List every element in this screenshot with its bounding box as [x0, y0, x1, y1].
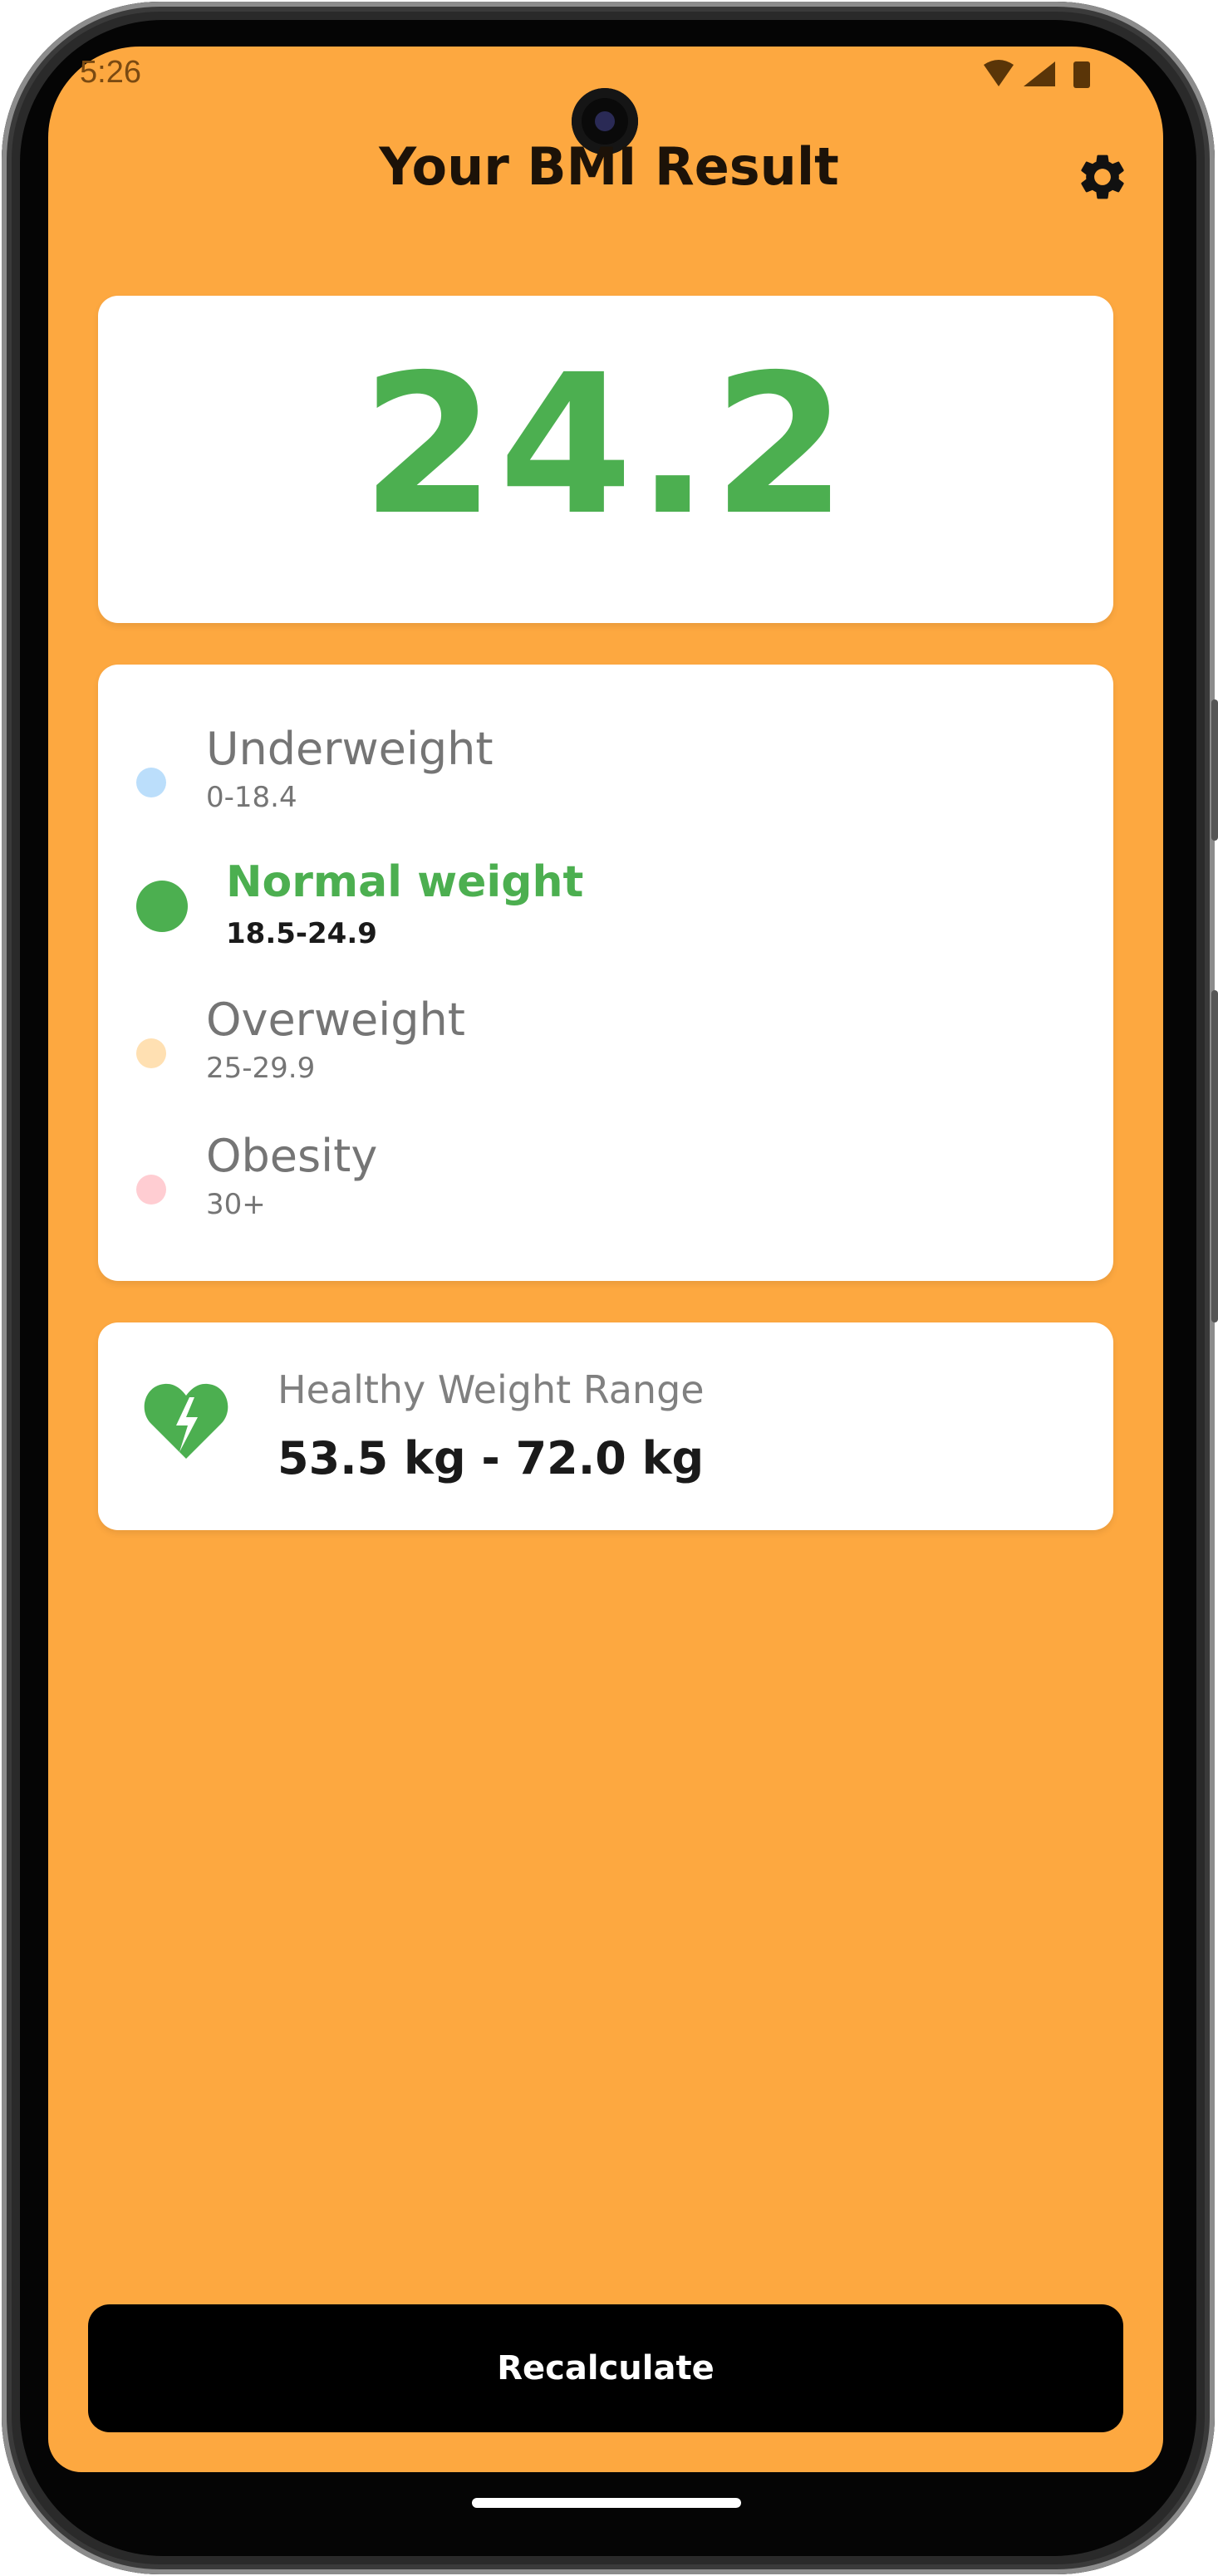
healthy-range-value: 53.5 kg - 72.0 kg	[277, 1432, 705, 1484]
healthy-weight-card: Healthy Weight Range 53.5 kg - 72.0 kg	[98, 1322, 1113, 1530]
category-indicator-dot	[136, 1038, 166, 1068]
category-overweight: Overweight 25-29.9	[98, 994, 1113, 1093]
gear-icon[interactable]	[1075, 150, 1130, 204]
category-range: 18.5-24.9	[226, 917, 377, 950]
status-time: 5:26	[80, 55, 141, 90]
page-title: Your BMI Result	[379, 136, 839, 197]
category-normal-weight: Normal weight 18.5-24.9	[98, 857, 1113, 965]
bmi-value: 24.2	[361, 333, 851, 557]
category-range: 30+	[206, 1188, 266, 1221]
bmi-score-card: 24.2	[98, 296, 1113, 623]
category-range: 0-18.4	[206, 781, 297, 814]
category-name: Underweight	[206, 723, 494, 775]
category-obesity: Obesity 30+	[98, 1130, 1113, 1229]
heart-broken-icon	[144, 1383, 228, 1459]
status-icons	[984, 60, 1090, 88]
category-range: 25-29.9	[206, 1052, 316, 1085]
category-name: Normal weight	[226, 857, 584, 907]
category-name: Obesity	[206, 1130, 378, 1182]
recalculate-button[interactable]: Recalculate	[88, 2304, 1123, 2432]
wifi-icon	[984, 60, 1014, 86]
battery-icon	[1073, 61, 1090, 88]
category-underweight: Underweight 0-18.4	[98, 723, 1113, 822]
bmi-categories-card: Underweight 0-18.4 Normal weight 18.5-24…	[98, 665, 1113, 1281]
healthy-range-label: Healthy Weight Range	[277, 1367, 705, 1412]
category-indicator-dot	[136, 768, 166, 797]
power-button	[1211, 699, 1218, 841]
category-indicator-dot	[136, 881, 188, 932]
category-name: Overweight	[206, 994, 465, 1046]
volume-button	[1211, 990, 1218, 1322]
home-indicator[interactable]	[472, 2498, 741, 2508]
cellular-signal-icon	[1024, 61, 1055, 86]
category-indicator-dot	[136, 1175, 166, 1205]
